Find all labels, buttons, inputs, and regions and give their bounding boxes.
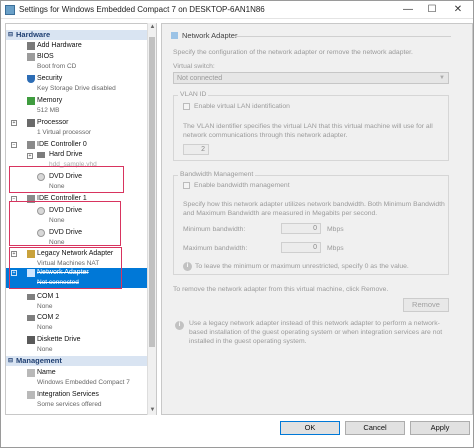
com-port-icon — [27, 294, 35, 300]
collapse-icon[interactable]: ⊟ — [8, 30, 13, 40]
enable-vlan-checkbox[interactable] — [183, 103, 190, 110]
enable-vlan-label: Enable virtual LAN identification — [194, 103, 290, 110]
diskette-icon — [27, 336, 35, 344]
virtual-switch-label: Virtual switch: — [173, 63, 215, 70]
bandwidth-info-text: To leave the minimum or maximum unrestri… — [195, 263, 409, 270]
chevron-down-icon: ▼ — [439, 75, 445, 81]
maximum-bandwidth-input[interactable]: 0 — [281, 242, 321, 253]
hard-drive-icon — [37, 152, 45, 158]
info-icon: i — [183, 262, 192, 271]
title-bar: Settings for Windows Embedded Compact 7 … — [1, 1, 473, 19]
window-title: Settings for Windows Embedded Compact 7 … — [19, 5, 265, 14]
memory-icon — [27, 97, 35, 105]
legacy-adapter-info: Use a legacy network adapter instead of … — [189, 320, 443, 345]
bandwidth-legend: Bandwidth Management — [178, 170, 256, 179]
bandwidth-description: Specify how this network adapter utilize… — [183, 201, 445, 217]
maximize-button[interactable]: ☐ — [421, 1, 443, 19]
network-adapter-heading: Network Adapter — [171, 31, 453, 41]
scroll-down-icon[interactable]: ▼ — [148, 406, 157, 415]
maximum-bandwidth-unit: Mbps — [327, 245, 344, 252]
remove-hint-text: To remove the network adapter from this … — [173, 286, 389, 293]
minimum-bandwidth-label: Minimum bandwidth: — [183, 226, 246, 233]
intro-text: Specify the configuration of the network… — [173, 49, 413, 56]
scroll-up-icon[interactable]: ▲ — [148, 23, 157, 32]
expand-icon[interactable]: + — [11, 120, 17, 126]
com-port-icon — [27, 315, 35, 321]
minimize-button[interactable]: — — [397, 1, 419, 19]
highlight-box-dvd-ide0 — [9, 166, 124, 193]
collapse-icon[interactable]: − — [11, 142, 17, 148]
info-icon: i — [175, 321, 184, 330]
scroll-thumb[interactable] — [149, 37, 155, 347]
close-button[interactable]: ✕ — [447, 1, 469, 19]
name-icon — [27, 369, 35, 377]
minimum-bandwidth-input[interactable]: 0 — [281, 223, 321, 234]
vlan-id-input[interactable]: 2 — [183, 144, 209, 155]
hyperv-app-icon — [5, 5, 15, 15]
highlight-box-ide1-dvds — [9, 201, 121, 246]
bios-chip-icon — [27, 53, 35, 61]
integration-services-icon — [27, 391, 35, 399]
shield-icon — [27, 75, 35, 83]
expand-icon[interactable]: + — [27, 153, 33, 159]
ok-button[interactable]: OK — [280, 421, 340, 435]
maximum-bandwidth-label: Maximum bandwidth: — [183, 245, 248, 252]
apply-button[interactable]: Apply — [410, 421, 470, 435]
management-section-header[interactable]: ⊟ Management — [6, 356, 147, 366]
enable-bandwidth-checkbox[interactable] — [183, 182, 190, 189]
virtual-switch-select[interactable]: Not connected ▼ — [173, 72, 449, 84]
minimum-bandwidth-unit: Mbps — [327, 226, 344, 233]
add-hardware-icon — [27, 42, 35, 50]
cancel-button[interactable]: Cancel — [345, 421, 405, 435]
hardware-section-header[interactable]: ⊟ Hardware — [6, 30, 147, 40]
network-adapter-icon — [171, 32, 178, 39]
collapse-icon[interactable]: ⊟ — [8, 356, 13, 366]
ide-controller-icon — [27, 141, 35, 149]
vlan-description: The VLAN identifier specifies the virtua… — [183, 123, 433, 139]
highlight-box-network-adapters — [9, 247, 122, 289]
sidebar-scrollbar[interactable]: ▲ ▼ — [147, 23, 156, 415]
processor-icon — [27, 119, 35, 127]
remove-button[interactable]: Remove — [403, 298, 449, 312]
vlan-legend: VLAN ID — [178, 90, 209, 99]
settings-window: Settings for Windows Embedded Compact 7 … — [0, 0, 474, 448]
enable-bandwidth-label: Enable bandwidth management — [194, 182, 290, 189]
